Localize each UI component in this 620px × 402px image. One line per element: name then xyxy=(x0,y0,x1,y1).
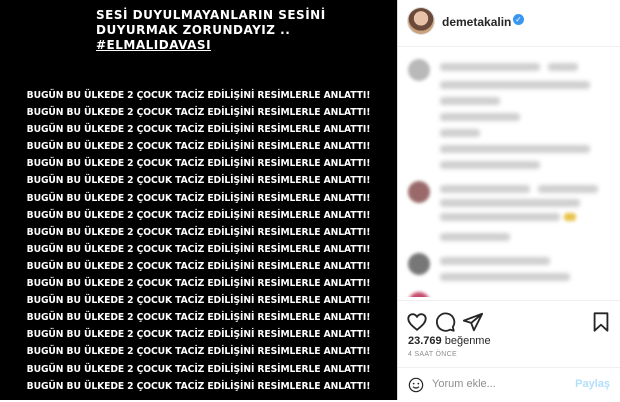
blurred-text xyxy=(440,185,530,193)
blurred-avatar xyxy=(408,181,430,203)
comment-icon[interactable] xyxy=(434,311,456,333)
bookmark-icon[interactable] xyxy=(590,311,612,333)
comment-form: Paylaş xyxy=(398,367,620,402)
repeated-text-line: BUGÜN BU ÜLKEDE 2 ÇOCUK TACİZ EDİLİŞİNİ … xyxy=(26,363,371,375)
post-actions: 23.769 beğenme 4 SAAT ÖNCE Paylaş xyxy=(398,300,620,396)
repeated-text-list: BUGÜN BU ÜLKEDE 2 ÇOCUK TACİZ EDİLİŞİNİ … xyxy=(0,87,397,395)
comment-input[interactable] xyxy=(432,375,562,393)
blurred-text xyxy=(440,213,560,221)
blurred-avatar xyxy=(408,253,430,275)
heart-icon[interactable] xyxy=(406,311,428,333)
repeated-text-line: BUGÜN BU ÜLKEDE 2 ÇOCUK TACİZ EDİLİŞİNİ … xyxy=(26,260,371,272)
repeated-text-line: BUGÜN BU ÜLKEDE 2 ÇOCUK TACİZ EDİLİŞİNİ … xyxy=(26,346,371,358)
blurred-text xyxy=(440,161,540,169)
blurred-text xyxy=(440,233,510,241)
emoji-icon[interactable] xyxy=(408,377,424,393)
repeated-text-line: BUGÜN BU ÜLKEDE 2 ÇOCUK TACİZ EDİLİŞİNİ … xyxy=(26,124,371,136)
post-comment-button[interactable]: Paylaş xyxy=(575,378,610,390)
blurred-text xyxy=(440,273,570,281)
post-header: demetakalin ✓ xyxy=(398,0,620,47)
blurred-avatar xyxy=(408,59,430,81)
repeated-text-line: BUGÜN BU ÜLKEDE 2 ÇOCUK TACİZ EDİLİŞİNİ … xyxy=(26,243,371,255)
comments-section xyxy=(398,47,620,297)
blurred-emoji xyxy=(564,213,576,221)
blurred-text xyxy=(440,257,550,265)
blurred-text xyxy=(440,113,520,121)
likes-count[interactable]: 23.769 beğenme xyxy=(408,335,491,347)
repeated-text-line: BUGÜN BU ÜLKEDE 2 ÇOCUK TACİZ EDİLİŞİNİ … xyxy=(26,192,371,204)
repeated-text-line: BUGÜN BU ÜLKEDE 2 ÇOCUK TACİZ EDİLİŞİNİ … xyxy=(26,209,371,221)
blurred-text xyxy=(440,129,480,137)
blurred-text xyxy=(440,63,540,71)
caption-line: DUYURMAK ZORUNDAYIZ .. xyxy=(96,23,291,37)
blurred-text xyxy=(440,199,580,207)
repeated-text-line: BUGÜN BU ÜLKEDE 2 ÇOCUK TACİZ EDİLİŞİNİ … xyxy=(26,312,371,324)
repeated-text-line: BUGÜN BU ÜLKEDE 2 ÇOCUK TACİZ EDİLİŞİNİ … xyxy=(26,141,371,153)
blurred-text xyxy=(440,81,590,89)
repeated-text-line: BUGÜN BU ÜLKEDE 2 ÇOCUK TACİZ EDİLİŞİNİ … xyxy=(26,295,371,307)
repeated-text-line: BUGÜN BU ÜLKEDE 2 ÇOCUK TACİZ EDİLİŞİNİ … xyxy=(26,158,371,170)
blurred-text xyxy=(440,97,500,105)
repeated-text-line: BUGÜN BU ÜLKEDE 2 ÇOCUK TACİZ EDİLİŞİNİ … xyxy=(26,90,371,101)
blurred-text xyxy=(440,145,590,153)
caption-line: SESİ DUYULMAYANLARIN SESİNİ xyxy=(96,8,326,22)
blurred-text xyxy=(548,63,578,71)
likes-label: beğenme xyxy=(444,335,491,347)
side-panel: demetakalin ✓ 23.769 beğenme 4 SAAT ÖNCE… xyxy=(398,0,620,400)
avatar[interactable] xyxy=(408,8,434,34)
repeated-text-line: BUGÜN BU ÜLKEDE 2 ÇOCUK TACİZ EDİLİŞİNİ … xyxy=(26,107,371,119)
post-timestamp[interactable]: 4 SAAT ÖNCE xyxy=(408,351,457,358)
caption-hashtag: #ELMALIDAVASI xyxy=(96,38,212,52)
repeated-text-line: BUGÜN BU ÜLKEDE 2 ÇOCUK TACİZ EDİLİŞİNİ … xyxy=(26,226,371,238)
post-image: SESİ DUYULMAYANLARIN SESİNİ DUYURMAK ZOR… xyxy=(0,0,397,400)
image-caption: SESİ DUYULMAYANLARIN SESİNİ DUYURMAK ZOR… xyxy=(96,8,326,53)
username[interactable]: demetakalin xyxy=(442,15,511,29)
blurred-text xyxy=(538,185,598,193)
share-icon[interactable] xyxy=(462,311,484,333)
repeated-text-line: BUGÜN BU ÜLKEDE 2 ÇOCUK TACİZ EDİLİŞİNİ … xyxy=(26,380,371,392)
repeated-text-line: BUGÜN BU ÜLKEDE 2 ÇOCUK TACİZ EDİLİŞİNİ … xyxy=(26,175,371,187)
likes-number: 23.769 xyxy=(408,335,442,347)
repeated-text-line: BUGÜN BU ÜLKEDE 2 ÇOCUK TACİZ EDİLİŞİNİ … xyxy=(26,329,371,341)
verified-badge-icon: ✓ xyxy=(513,14,524,25)
blurred-avatar xyxy=(408,292,430,297)
repeated-text-line: BUGÜN BU ÜLKEDE 2 ÇOCUK TACİZ EDİLİŞİNİ … xyxy=(26,278,371,290)
